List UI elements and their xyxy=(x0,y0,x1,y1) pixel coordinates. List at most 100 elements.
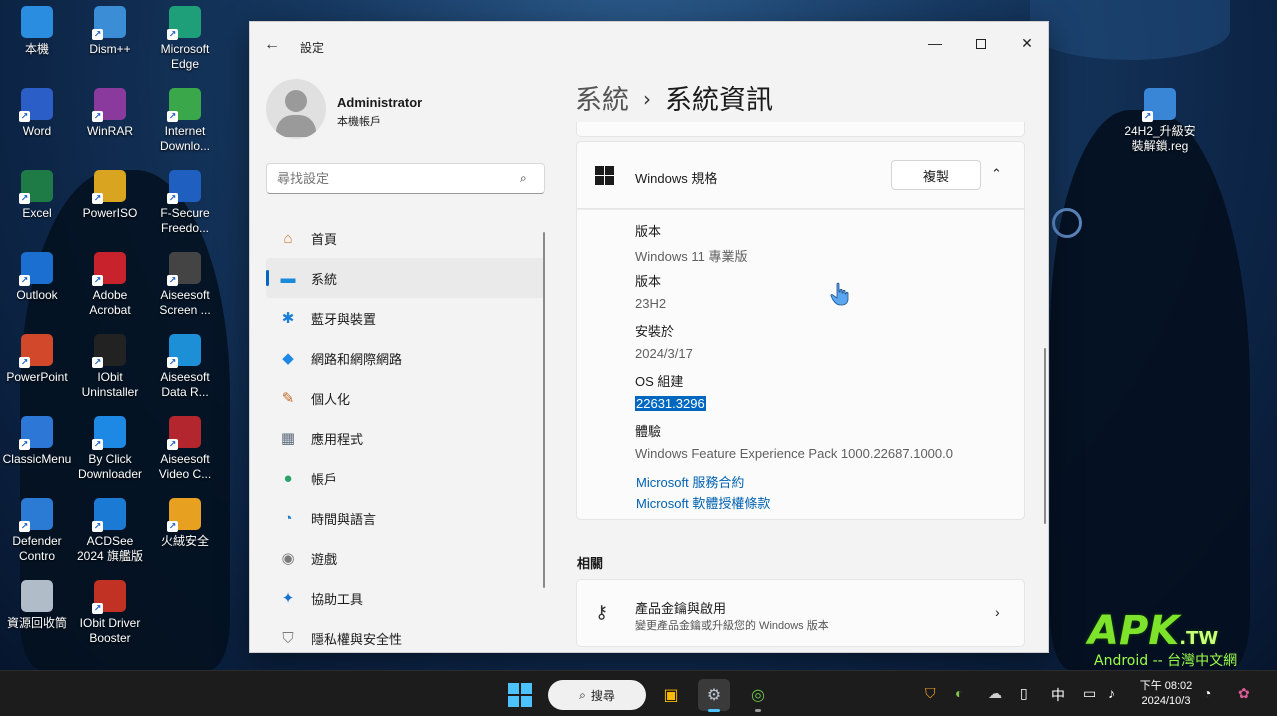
desktop-icon[interactable]: 本機 xyxy=(0,6,74,57)
back-arrow-icon[interactable]: ← xyxy=(264,36,284,56)
bell-icon[interactable]: ◔ xyxy=(1203,685,1211,701)
shortcut-arrow-icon: ↗ xyxy=(167,521,178,532)
copilot-icon[interactable]: ✿ xyxy=(1238,685,1250,702)
sidebar-item-wifi[interactable]: ◆ 網路和網際網路 xyxy=(266,338,545,378)
display-icon[interactable]: ▭ xyxy=(1083,685,1096,702)
spec-label: 體驗 xyxy=(635,424,662,439)
desktop-icon-label: Aiseesoft Screen ... xyxy=(159,288,211,317)
desktop-icon[interactable]: ↗ ClassicMenu xyxy=(0,416,74,467)
spec-label: 安裝於 xyxy=(635,324,675,339)
desktop-icon-label: PowerISO xyxy=(82,206,138,220)
product-key-card[interactable]: ⚷ 產品金鑰與啟用 變更產品金鑰或升級您的 Windows 版本 › xyxy=(576,579,1025,647)
wallpaper-silhouette-right xyxy=(1050,110,1250,670)
maximize-button[interactable] xyxy=(958,28,1004,58)
sidebar-item-shield[interactable]: ⛉ 隱私權與安全性 xyxy=(266,618,545,652)
sidebar-item-system[interactable]: ▬ 系統 xyxy=(266,258,545,298)
desktop-icon[interactable]: ↗ Microsoft Edge xyxy=(148,6,222,72)
close-button[interactable]: ✕ xyxy=(1004,28,1048,58)
windows-spec-header[interactable]: Windows 規格 複製 ⌃ xyxy=(576,141,1025,209)
copy-button[interactable]: 複製 xyxy=(891,160,981,190)
taskbar-app-store[interactable]: ▣ xyxy=(655,679,687,711)
sidebar-item-brush[interactable]: ✎ 個人化 xyxy=(266,378,545,418)
title-bar[interactable]: ← 設定 — ✕ xyxy=(250,22,1048,68)
volume-icon[interactable]: ♪ xyxy=(1108,685,1115,701)
desktop-icon[interactable]: ↗ IObit Uninstaller xyxy=(73,334,147,400)
network-app-icon[interactable]: ◐ xyxy=(955,685,963,701)
desktop-icon[interactable]: ↗ Dism++ xyxy=(73,6,147,57)
desktop-icon-label: Defender Contro xyxy=(12,534,62,563)
spec-value-os-build[interactable]: 22631.3296 xyxy=(635,396,706,411)
accessibility-icon: ✦ xyxy=(281,590,295,607)
spec-value-install-date: 2024/3/17 xyxy=(635,346,693,361)
avatar[interactable] xyxy=(266,79,326,139)
taskbar-app-settings-gear[interactable]: ⚙ xyxy=(698,679,730,712)
running-indicator xyxy=(708,709,720,712)
product-key-title: 產品金鑰與啟用 xyxy=(635,601,727,616)
desktop-icon[interactable]: ↗ Adobe Acrobat xyxy=(73,252,147,318)
sidebar-item-bluetooth[interactable]: ✱ 藍牙與裝置 xyxy=(266,298,545,338)
sidebar-item-home[interactable]: ⌂ 首頁 xyxy=(266,218,545,258)
app-icon: ↗ xyxy=(19,416,53,450)
shortcut-arrow-icon: ↗ xyxy=(19,275,30,286)
search-icon: ⌕ xyxy=(520,171,527,185)
desktop-icon[interactable]: ↗ By Click Downloader xyxy=(73,416,147,482)
sidebar-scrollbar[interactable] xyxy=(543,232,545,588)
chevron-up-icon[interactable]: ⌃ xyxy=(991,166,1002,182)
sidebar-item-apps[interactable]: ▦ 應用程式 xyxy=(266,418,545,458)
minimize-button[interactable]: — xyxy=(912,28,958,58)
profile-name: Administrator xyxy=(337,95,423,110)
desktop-icon[interactable]: ↗ 火絨安全 xyxy=(148,498,222,549)
app-icon: ↗ xyxy=(167,170,201,204)
desktop-icon[interactable]: ↗ Internet Downlo... xyxy=(148,88,222,154)
search-icon: ⌕ xyxy=(579,687,586,702)
shortcut-arrow-icon: ↗ xyxy=(92,603,103,614)
desktop-icon[interactable]: ↗ ACDSee 2024 旗艦版 xyxy=(73,498,147,564)
desktop-icon[interactable]: ↗ Aiseesoft Data R... xyxy=(148,334,222,400)
desktop-icon[interactable]: ↗ Aiseesoft Screen ... xyxy=(148,252,222,318)
desktop-icon[interactable]: ↗ Aiseesoft Video C... xyxy=(148,416,222,482)
ime-indicator[interactable]: 中 xyxy=(1051,685,1065,705)
sidebar-item-accessibility[interactable]: ✦ 協助工具 xyxy=(266,578,545,618)
desktop-icon[interactable]: ↗ F-Secure Freedo... xyxy=(148,170,222,236)
firewall-icon[interactable]: ⛉ xyxy=(925,685,936,702)
sidebar-item-label: 網路和網際網路 xyxy=(311,351,403,367)
desktop-icon[interactable]: ↗ Excel xyxy=(0,170,74,221)
desktop-icon[interactable]: ↗ PowerPoint xyxy=(0,334,74,385)
sidebar-item-gamepad[interactable]: ◉ 遊戲 xyxy=(266,538,545,578)
desktop-icon-label: WinRAR xyxy=(86,124,133,138)
breadcrumb-parent[interactable]: 系統 xyxy=(575,85,629,116)
link-license-terms[interactable]: Microsoft 軟體授權條款 xyxy=(636,493,770,512)
desktop-icon[interactable]: ↗ Word xyxy=(0,88,74,139)
desktop-icon[interactable]: ↗ Outlook xyxy=(0,252,74,303)
sidebar-item-label: 藍牙與裝置 xyxy=(311,311,377,327)
app-icon xyxy=(21,580,53,612)
usb-icon[interactable]: ▯ xyxy=(1020,685,1028,702)
spec-value-experience: Windows Feature Experience Pack 1000.226… xyxy=(635,446,953,461)
hand-cursor-icon xyxy=(830,282,849,306)
windows-spec-body: 版本 Windows 11 專業版 版本 23H2 安裝於 2024/3/17 … xyxy=(576,209,1025,520)
spec-label: OS 組建 xyxy=(635,374,684,389)
sidebar-item-label: 時間與語言 xyxy=(311,511,377,527)
desktop-icon[interactable]: 資源回收筒 xyxy=(0,580,74,631)
sidebar-item-label: 系統 xyxy=(311,271,338,287)
desktop-icon-reg-file[interactable]: ↗ 24H2_升級安裝解鎖.reg xyxy=(1123,88,1197,154)
taskbar-search-label: 搜尋 xyxy=(590,688,615,703)
start-button[interactable] xyxy=(508,683,532,707)
desktop-icon[interactable]: ↗ WinRAR xyxy=(73,88,147,139)
taskbar-search-button[interactable]: ⌕ 搜尋 xyxy=(548,680,646,710)
apps-icon: ▦ xyxy=(280,430,296,447)
taskbar-clock[interactable]: 下午 08:02 2024/10/3 xyxy=(1136,679,1196,709)
search-input[interactable] xyxy=(266,163,545,194)
link-service-agreement[interactable]: Microsoft 服務合約 xyxy=(636,472,744,491)
sidebar-item-label: 帳戶 xyxy=(311,471,338,487)
content-scrollbar[interactable] xyxy=(1044,348,1046,524)
desktop-icon[interactable]: ↗ IObit Driver Booster xyxy=(73,580,147,646)
taskbar-app-internet-download[interactable]: ◎ xyxy=(742,679,774,712)
desktop-icon[interactable]: ↗ PowerISO xyxy=(73,170,147,221)
shortcut-arrow-icon: ↗ xyxy=(167,193,178,204)
chevron-right-icon: › xyxy=(995,604,1000,620)
desktop-icon[interactable]: ↗ Defender Contro xyxy=(0,498,74,564)
sidebar-item-time-language[interactable]: ◔ 時間與語言 xyxy=(266,498,545,538)
cloud-off-icon[interactable]: ☁ xyxy=(988,685,1002,702)
sidebar-item-account[interactable]: ● 帳戶 xyxy=(266,458,545,498)
